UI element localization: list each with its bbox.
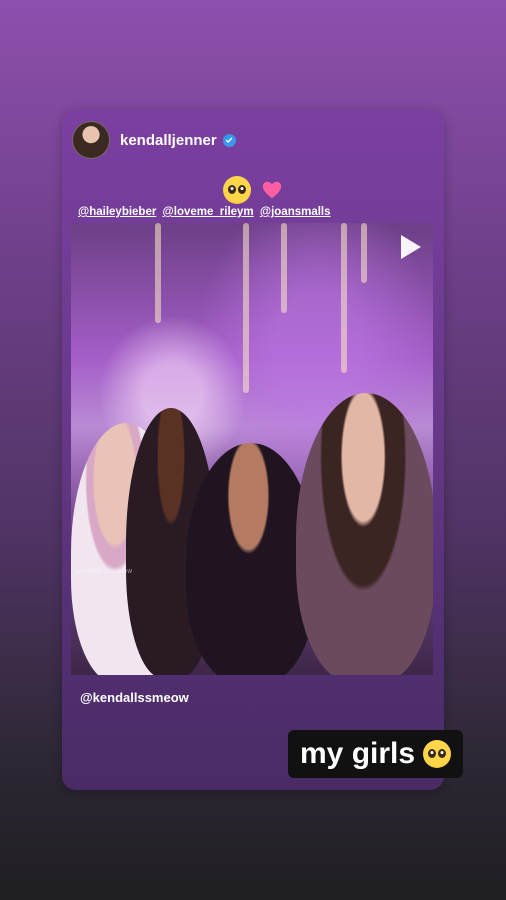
mention-link[interactable]: @haileybieber bbox=[78, 206, 156, 218]
media-watermark: @KENDALLSSMEOW bbox=[75, 569, 133, 575]
pleading-face-icon bbox=[222, 176, 251, 205]
person-silhouette bbox=[296, 393, 433, 675]
verified-badge-icon bbox=[222, 133, 236, 147]
mention-link[interactable]: @joansmalls bbox=[260, 206, 331, 218]
decor-curtain bbox=[341, 223, 347, 373]
profile-avatar[interactable] bbox=[72, 121, 110, 159]
mention-link[interactable]: @loveme_rileym bbox=[163, 206, 254, 218]
sticker-text: my girls bbox=[300, 737, 416, 770]
pink-heart-icon bbox=[261, 179, 283, 201]
post-header: kendalljenner bbox=[72, 120, 236, 160]
decor-curtain bbox=[281, 223, 287, 313]
decor-curtain bbox=[361, 223, 367, 283]
pleading-face-icon bbox=[423, 740, 452, 768]
post-caption-mention[interactable]: @kendallssmeow bbox=[80, 690, 189, 705]
text-sticker[interactable]: my girls bbox=[288, 730, 464, 778]
mentions-line: @haileybieber @loveme_rileym @joansmalls bbox=[78, 206, 334, 218]
play-icon[interactable] bbox=[401, 235, 421, 259]
post-media-video[interactable]: @KENDALLSSMEOW bbox=[71, 223, 433, 675]
post-username[interactable]: kendalljenner bbox=[120, 132, 217, 149]
shared-post-card[interactable]: kendalljenner @haileybieber @loveme_rile… bbox=[62, 110, 444, 790]
decor-curtain bbox=[155, 223, 161, 323]
decor-curtain bbox=[243, 223, 249, 393]
emoji-row bbox=[62, 176, 444, 205]
